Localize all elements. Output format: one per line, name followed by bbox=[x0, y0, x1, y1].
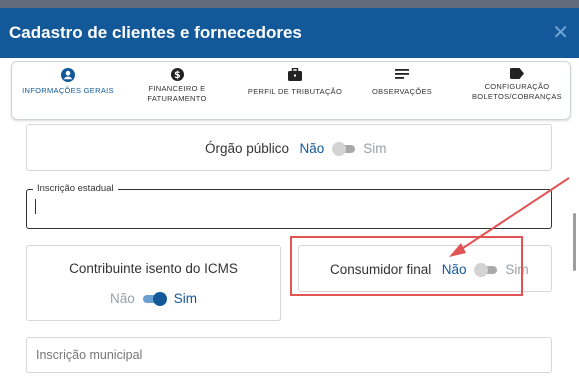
annotation-arrow bbox=[449, 177, 570, 257]
inscricao-municipal-placeholder: Inscrição municipal bbox=[36, 348, 143, 362]
scrollbar[interactable] bbox=[573, 213, 576, 271]
inscricao-municipal-field[interactable]: Inscrição municipal bbox=[26, 337, 552, 373]
